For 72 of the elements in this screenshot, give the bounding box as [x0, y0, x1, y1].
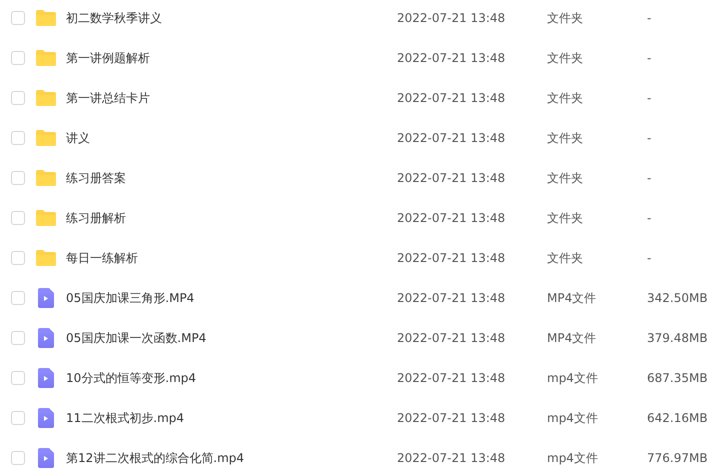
- file-name[interactable]: 练习册答案: [66, 170, 126, 184]
- checkbox[interactable]: [11, 131, 25, 145]
- checkbox[interactable]: [11, 411, 25, 425]
- modified-date: 2022-07-21 13:48: [397, 131, 506, 145]
- file-size: 379.48MB: [647, 331, 708, 345]
- checkbox[interactable]: [11, 451, 25, 465]
- file-name[interactable]: 第一讲例题解析: [66, 50, 150, 64]
- checkbox[interactable]: [11, 91, 25, 105]
- folder-icon: [36, 90, 56, 106]
- folder-icon: [36, 170, 56, 186]
- file-size: 687.35MB: [647, 371, 708, 385]
- file-size: -: [647, 211, 652, 225]
- checkbox[interactable]: [11, 251, 25, 265]
- file-size: -: [647, 11, 652, 25]
- file-size: 776.97MB: [647, 451, 708, 465]
- file-type: mp4文件: [547, 370, 598, 384]
- modified-date: 2022-07-21 13:48: [397, 251, 506, 265]
- modified-date: 2022-07-21 13:48: [397, 411, 506, 425]
- file-type: 文件夹: [547, 90, 583, 104]
- checkbox[interactable]: [11, 211, 25, 225]
- folder-icon: [36, 250, 56, 266]
- file-type: 文件夹: [547, 130, 583, 144]
- file-size: 342.50MB: [647, 291, 708, 305]
- file-size: -: [647, 171, 652, 185]
- video-file-icon: [38, 408, 54, 428]
- file-type: 文件夹: [547, 210, 583, 224]
- checkbox[interactable]: [11, 291, 25, 305]
- checkbox[interactable]: [11, 331, 25, 345]
- modified-date: 2022-07-21 13:48: [397, 451, 506, 465]
- file-name[interactable]: 第12讲二次根式的综合化简.mp4: [66, 450, 244, 464]
- file-size: -: [647, 251, 652, 265]
- file-type: 文件夹: [547, 50, 583, 64]
- file-type: mp4文件: [547, 410, 598, 424]
- file-name[interactable]: 05国庆加课一次函数.MP4: [66, 330, 206, 344]
- file-name[interactable]: 练习册解析: [66, 210, 126, 224]
- file-size: -: [647, 51, 652, 65]
- file-type: 文件夹: [547, 170, 583, 184]
- file-name[interactable]: 05国庆加课三角形.MP4: [66, 290, 194, 304]
- modified-date: 2022-07-21 13:48: [397, 51, 506, 65]
- modified-date: 2022-07-21 13:48: [397, 91, 506, 105]
- video-file-icon: [38, 288, 54, 308]
- file-name[interactable]: 11二次根式初步.mp4: [66, 410, 184, 424]
- folder-icon: [36, 130, 56, 146]
- file-size: -: [647, 91, 652, 105]
- video-file-icon: [38, 448, 54, 468]
- file-type: 文件夹: [547, 10, 583, 24]
- file-type: MP4文件: [547, 290, 596, 304]
- file-type: 文件夹: [547, 250, 583, 264]
- folder-icon: [36, 10, 56, 26]
- folder-icon: [36, 50, 56, 66]
- checkbox[interactable]: [11, 171, 25, 185]
- modified-date: 2022-07-21 13:48: [397, 11, 506, 25]
- file-size: 642.16MB: [647, 411, 708, 425]
- checkbox[interactable]: [11, 371, 25, 385]
- video-file-icon: [38, 328, 54, 348]
- video-file-icon: [38, 368, 54, 388]
- file-type: mp4文件: [547, 450, 598, 464]
- file-name[interactable]: 第一讲总结卡片: [66, 90, 150, 104]
- file-name[interactable]: 10分式的恒等变形.mp4: [66, 370, 196, 384]
- file-size: -: [647, 131, 652, 145]
- modified-date: 2022-07-21 13:48: [397, 171, 506, 185]
- checkbox[interactable]: [11, 51, 25, 65]
- modified-date: 2022-07-21 13:48: [397, 291, 506, 305]
- modified-date: 2022-07-21 13:48: [397, 211, 506, 225]
- file-name[interactable]: 讲义: [66, 130, 90, 144]
- file-name[interactable]: 初二数学秋季讲义: [66, 10, 162, 24]
- file-type: MP4文件: [547, 330, 596, 344]
- checkbox[interactable]: [11, 11, 25, 25]
- folder-icon: [36, 210, 56, 226]
- file-name[interactable]: 每日一练解析: [66, 250, 138, 264]
- modified-date: 2022-07-21 13:48: [397, 371, 506, 385]
- modified-date: 2022-07-21 13:48: [397, 331, 506, 345]
